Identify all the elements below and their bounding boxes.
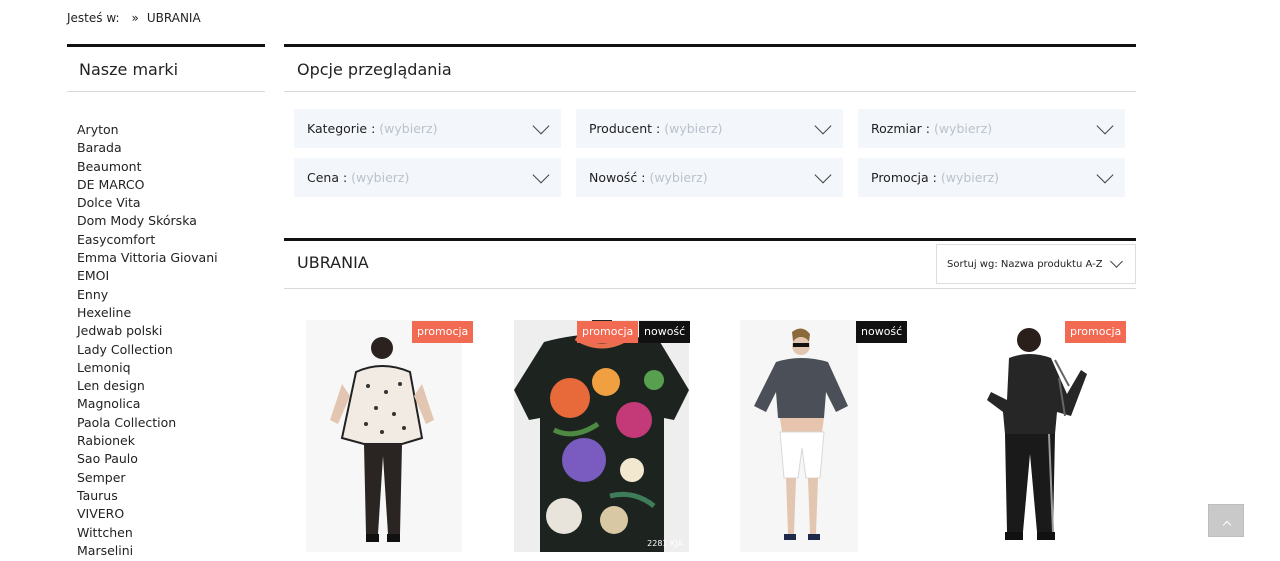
breadcrumb: Jesteś w: » UBRANIA — [67, 11, 201, 25]
filter-placeholder: (wybierz) — [940, 170, 1000, 185]
scroll-top-button[interactable] — [1208, 504, 1244, 537]
product-image[interactable] — [740, 320, 858, 552]
options-title: Opcje przeglądania — [297, 60, 452, 79]
filter-grid: Kategorie : (wybierz) Producent : (wybie… — [294, 109, 1136, 197]
promo-badge: promocja — [412, 321, 474, 343]
filter-label: Nowość : — [589, 170, 646, 185]
main-content: Opcje przeglądania Kategorie : (wybierz)… — [284, 44, 1136, 289]
chevron-down-icon — [814, 166, 832, 183]
filter-placeholder: (wybierz) — [379, 121, 438, 136]
brand-link[interactable]: Enny — [77, 286, 265, 304]
filter-placeholder: (wybierz) — [649, 170, 708, 185]
chevron-down-icon — [1096, 166, 1114, 183]
brand-link[interactable]: Barada — [77, 139, 265, 157]
filter-new[interactable]: Nowość : (wybierz) — [576, 158, 843, 197]
options-header: Opcje przeglądania — [284, 44, 1136, 92]
image-code-label: 2281 KJA — [647, 539, 683, 548]
filter-promotion[interactable]: Promocja : (wybierz) — [858, 158, 1125, 197]
promo-badge: promocja — [577, 321, 639, 343]
brand-link[interactable]: Emma Vittoria Giovani — [77, 249, 265, 267]
sidebar-header: Nasze marki — [67, 44, 265, 92]
product-card[interactable]: nowość — [740, 320, 908, 552]
filter-label: Producent : — [589, 121, 661, 136]
new-badge: nowość — [856, 321, 908, 343]
breadcrumb-prefix: Jesteś w: — [67, 11, 120, 25]
brand-link[interactable]: Easycomfort — [77, 231, 265, 249]
chevron-down-icon — [1096, 117, 1114, 134]
filter-placeholder: (wybierz) — [351, 170, 410, 185]
chevron-down-icon — [814, 117, 832, 134]
product-card[interactable]: 2281 KJA promocja nowość — [514, 320, 691, 552]
filter-label: Promocja : — [871, 170, 937, 185]
filter-size[interactable]: Rozmiar : (wybierz) — [858, 109, 1125, 148]
product-image[interactable] — [957, 320, 1119, 552]
category-header: UBRANIA Sortuj wg: Nazwa produktu A-Z — [284, 238, 1136, 289]
breadcrumb-current[interactable]: UBRANIA — [147, 11, 201, 25]
brand-link[interactable]: Aryton — [77, 121, 265, 139]
product-card[interactable]: promocja — [957, 320, 1127, 552]
sort-select[interactable]: Sortuj wg: Nazwa produktu A-Z — [936, 244, 1136, 284]
category-title: UBRANIA — [297, 253, 369, 272]
brand-link[interactable]: Beaumont — [77, 158, 265, 176]
filter-label: Kategorie : — [307, 121, 376, 136]
brand-link[interactable]: DE MARCO — [77, 176, 265, 194]
chevron-down-icon — [1110, 255, 1123, 268]
filter-label: Rozmiar : — [871, 121, 930, 136]
filter-placeholder: (wybierz) — [933, 121, 993, 136]
filter-category[interactable]: Kategorie : (wybierz) — [294, 109, 561, 148]
filter-producer[interactable]: Producent : (wybierz) — [576, 109, 843, 148]
product-card[interactable]: promocja — [306, 320, 474, 552]
chevron-down-icon — [532, 166, 550, 183]
sort-label: Sortuj wg: Nazwa produktu A-Z — [947, 258, 1103, 270]
chevron-down-icon — [532, 117, 550, 134]
promo-badge: promocja — [1065, 321, 1127, 343]
product-image[interactable]: 2281 KJA — [514, 320, 689, 552]
product-image[interactable] — [306, 320, 462, 552]
sidebar-title: Nasze marki — [79, 60, 179, 79]
brand-link[interactable]: EMOI — [77, 267, 265, 285]
breadcrumb-separator: » — [131, 11, 139, 25]
product-grid: promocja 2281 KJA promocja nowość nowość… — [0, 320, 1280, 561]
brand-link[interactable]: Dolce Vita — [77, 194, 265, 212]
filter-label: Cena : — [307, 170, 348, 185]
filter-price[interactable]: Cena : (wybierz) — [294, 158, 561, 197]
chevron-up-icon — [1222, 520, 1232, 530]
filter-placeholder: (wybierz) — [664, 121, 723, 136]
new-badge: nowość — [639, 321, 691, 343]
brand-link[interactable]: Dom Mody Skórska — [77, 212, 265, 230]
